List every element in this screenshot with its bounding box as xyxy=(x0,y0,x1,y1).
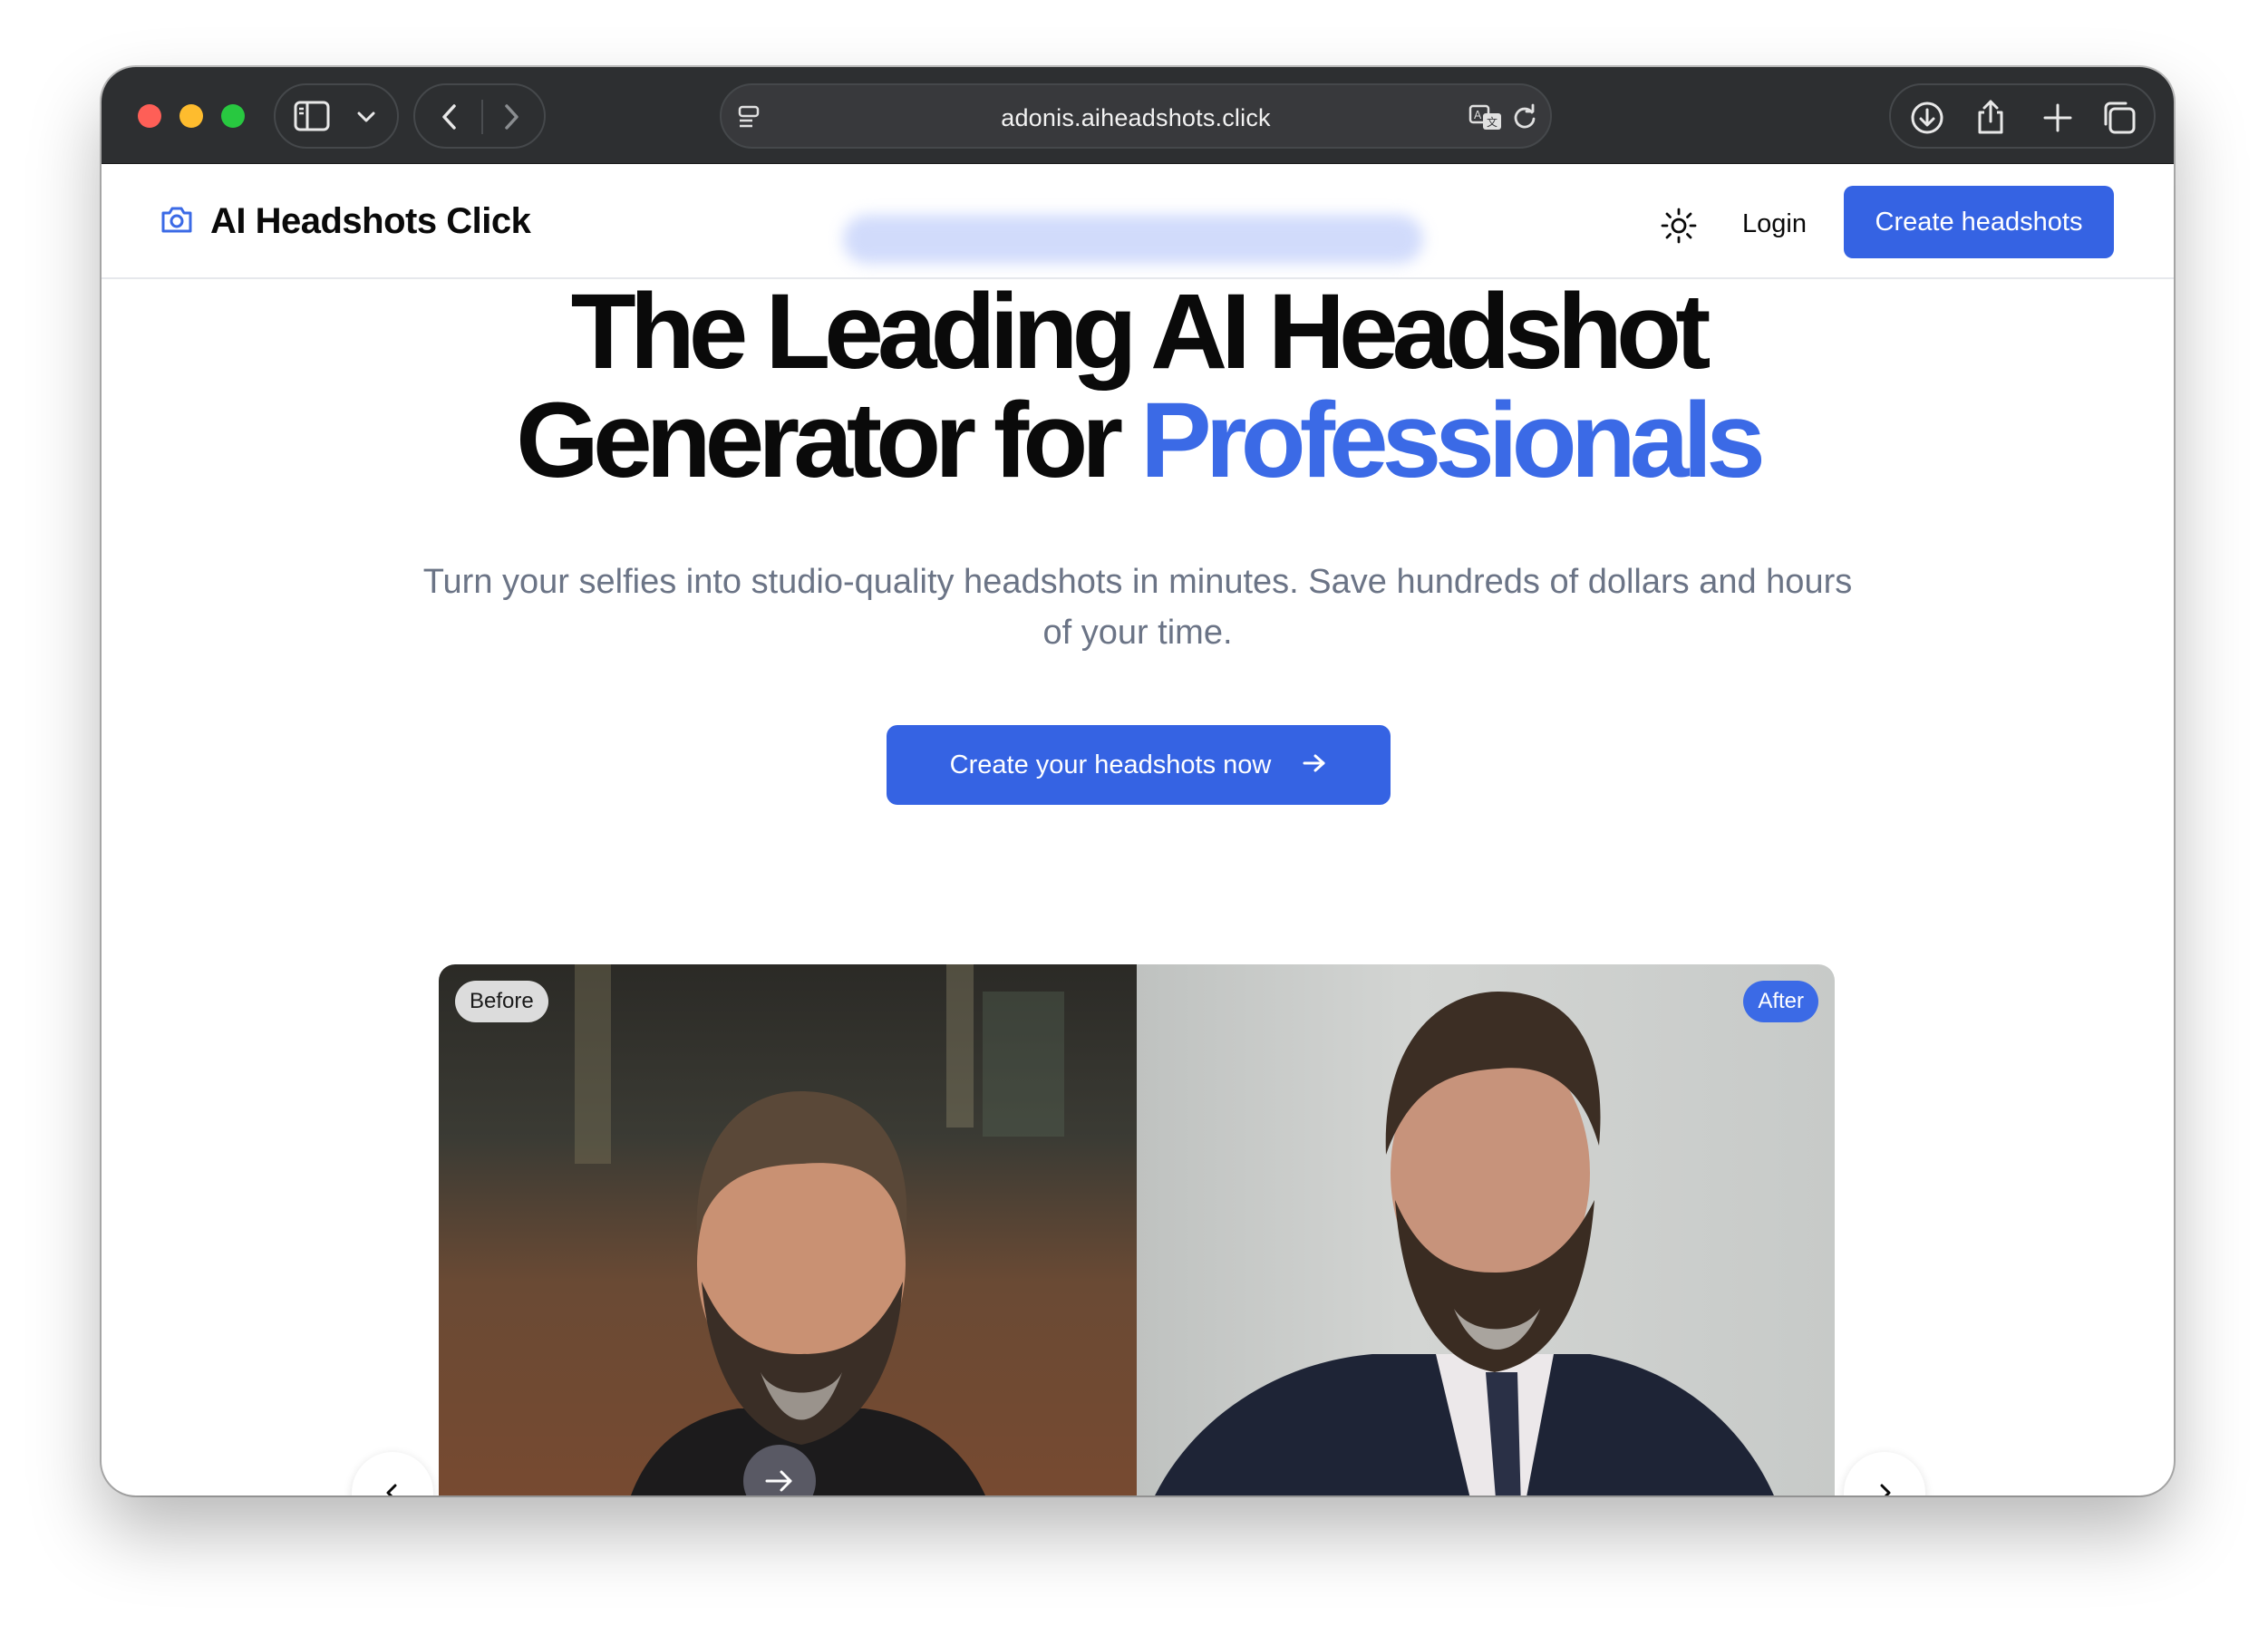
before-after-comparison[interactable]: Before After xyxy=(439,964,1835,1495)
tab-overview-icon[interactable] xyxy=(2101,100,2137,136)
brand-name: AI Headshots Click xyxy=(210,200,531,241)
brand-link[interactable]: AI Headshots Click xyxy=(160,197,531,246)
login-link[interactable]: Login xyxy=(1742,198,1807,249)
sun-icon[interactable] xyxy=(1661,208,1697,244)
before-photo: Before xyxy=(439,964,1137,1495)
browser-titlebar: adonis.aiheadshots.click A文 xyxy=(102,67,2174,164)
hero-title-accent: Professionals xyxy=(1139,381,1766,500)
hero-title-line1: The Leading AI Headshot xyxy=(570,272,1711,392)
svg-text:A: A xyxy=(1474,109,1482,121)
after-photo: After xyxy=(1137,964,1835,1495)
svg-text:文: 文 xyxy=(1487,115,1497,129)
hero-title: The Leading AI Headshot Generator for Pr… xyxy=(102,277,2174,495)
downloads-icon[interactable] xyxy=(1909,100,1945,136)
cta-label: Create your headshots now xyxy=(949,750,1272,779)
new-tab-icon[interactable] xyxy=(2041,102,2074,134)
before-badge: Before xyxy=(455,981,548,1022)
translate-icon[interactable]: A文 xyxy=(1468,103,1505,132)
share-icon[interactable] xyxy=(1974,98,2007,136)
hero-title-line2-prefix: Generator for xyxy=(516,381,1140,500)
chevron-left-icon xyxy=(386,1484,397,1495)
hero-subtitle: Turn your selfies into studio-quality he… xyxy=(422,563,1853,652)
blurred-banner xyxy=(843,215,1423,264)
create-headshots-button[interactable]: Create headshots xyxy=(1844,186,2114,258)
minimize-window-button[interactable] xyxy=(179,104,203,128)
sidebar-icon[interactable] xyxy=(294,100,330,132)
after-badge: After xyxy=(1743,981,1818,1022)
carousel-next-button[interactable] xyxy=(1844,1452,1925,1495)
toolbar-actions-group xyxy=(1889,83,2156,149)
chevron-down-icon[interactable] xyxy=(355,109,377,125)
create-your-headshots-button[interactable]: Create your headshots now xyxy=(887,725,1391,805)
nav-divider xyxy=(481,100,483,134)
address-bar[interactable]: adonis.aiheadshots.click A文 xyxy=(720,83,1552,149)
back-icon[interactable] xyxy=(437,102,462,132)
navigation-group xyxy=(413,83,546,149)
sidebar-toggle-group xyxy=(274,83,399,149)
browser-window: adonis.aiheadshots.click A文 AI Headshots… xyxy=(102,67,2174,1495)
site-header: AI Headshots Click Login Create headshot… xyxy=(102,164,2174,279)
reload-icon[interactable] xyxy=(1512,103,1539,131)
close-window-button[interactable] xyxy=(138,104,161,128)
zoom-window-button[interactable] xyxy=(221,104,245,128)
carousel-prev-button[interactable] xyxy=(352,1452,433,1495)
chevron-right-icon xyxy=(1880,1484,1891,1495)
forward-icon[interactable] xyxy=(499,102,524,132)
camera-icon xyxy=(160,204,194,239)
arrow-right-icon xyxy=(1302,752,1327,779)
url-text: adonis.aiheadshots.click xyxy=(1001,104,1271,131)
